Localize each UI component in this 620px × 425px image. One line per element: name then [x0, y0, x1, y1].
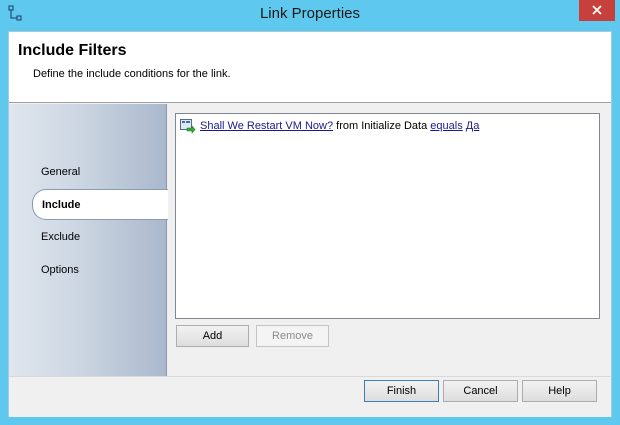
help-button[interactable]: Help — [522, 380, 597, 402]
add-button[interactable]: Add — [176, 325, 249, 347]
dialog-header: Include Filters Define the include condi… — [9, 32, 611, 103]
filter-condition-icon — [180, 118, 196, 134]
filter-operator-link[interactable]: equals — [430, 120, 462, 132]
window-title: Link Properties — [259, 5, 361, 22]
filter-source-text: from Initialize Data — [333, 120, 431, 132]
header-title: Include Filters — [18, 42, 127, 59]
title-bar[interactable]: Link Properties — [0, 0, 620, 30]
filter-condition-text: Shall We Restart VM Now? from Initialize… — [200, 117, 479, 135]
header-subtitle: Define the include conditions for the li… — [33, 68, 231, 80]
sidebar-item-options[interactable]: Options — [33, 257, 167, 283]
dialog-client-area: Include Filters Define the include condi… — [8, 31, 612, 417]
finish-button[interactable]: Finish — [364, 380, 439, 402]
close-icon — [592, 5, 602, 15]
sidebar-item-exclude[interactable]: Exclude — [33, 224, 167, 250]
filter-value-link[interactable]: Да — [466, 120, 480, 132]
navigation-sidebar: General Include Exclude Options — [9, 104, 168, 376]
include-filter-list[interactable]: Shall We Restart VM Now? from Initialize… — [175, 113, 600, 319]
close-button[interactable] — [579, 0, 615, 21]
remove-button[interactable]: Remove — [256, 325, 329, 347]
cancel-button[interactable]: Cancel — [443, 380, 518, 402]
sidebar-item-include[interactable]: Include — [32, 189, 168, 220]
dialog-footer: Finish Cancel Help — [9, 376, 611, 417]
sidebar-item-general[interactable]: General — [33, 159, 167, 185]
link-properties-window: Link Properties Include Filters Define t… — [0, 0, 620, 425]
filter-parameter-link[interactable]: Shall We Restart VM Now? — [200, 120, 333, 132]
